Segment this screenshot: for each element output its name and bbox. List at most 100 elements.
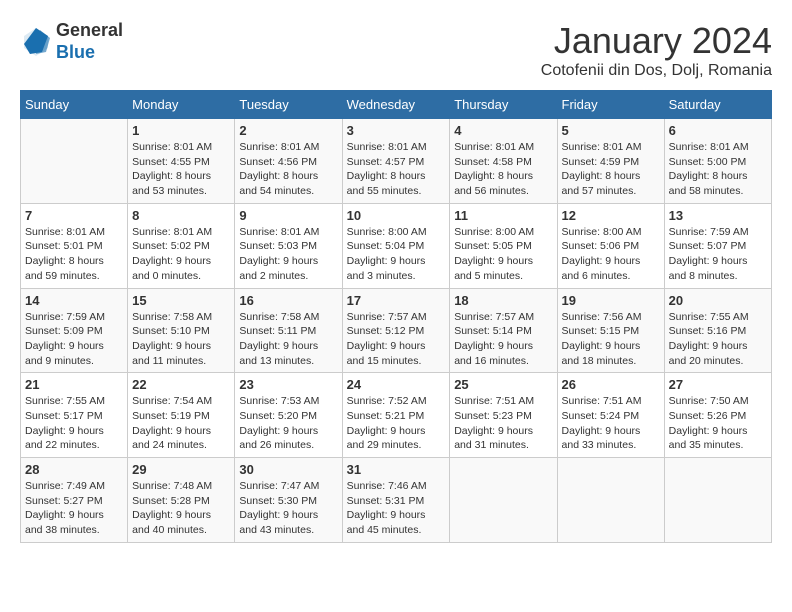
calendar-cell: 27 Sunrise: 7:50 AM Sunset: 5:26 PM Dayli… [664,373,771,458]
day-number: 15 [132,293,230,308]
day-number: 6 [669,123,767,138]
calendar-cell: 25 Sunrise: 7:51 AM Sunset: 5:23 PM Dayli… [450,373,557,458]
day-info: Sunrise: 7:46 AM Sunset: 5:31 PM Dayligh… [347,479,446,538]
calendar-cell: 2 Sunrise: 8:01 AM Sunset: 4:56 PM Daylig… [235,119,342,204]
day-info: Sunrise: 8:01 AM Sunset: 4:59 PM Dayligh… [562,140,660,199]
calendar-cell: 15 Sunrise: 7:58 AM Sunset: 5:10 PM Dayli… [128,288,235,373]
day-number: 27 [669,377,767,392]
day-number: 10 [347,208,446,223]
calendar-cell: 8Sunrise: 8:01 AM Sunset: 5:02 PM Daylig… [128,203,235,288]
title-block: January 2024 Cotofenii din Dos, Dolj, Ro… [541,20,772,80]
logo-blue: Blue [56,42,95,62]
weekday-header-monday: Monday [128,91,235,119]
logo: General Blue [20,20,123,63]
day-number: 17 [347,293,446,308]
day-number: 5 [562,123,660,138]
weekday-header-thursday: Thursday [450,91,557,119]
day-info: Sunrise: 7:54 AM Sunset: 5:19 PM Dayligh… [132,394,230,453]
logo-general: General [56,20,123,40]
day-info: Sunrise: 8:00 AM Sunset: 5:06 PM Dayligh… [562,225,660,284]
calendar-cell: 18 Sunrise: 7:57 AM Sunset: 5:14 PM Dayli… [450,288,557,373]
day-number: 23 [239,377,337,392]
day-number: 29 [132,462,230,477]
day-number: 12 [562,208,660,223]
day-number: 28 [25,462,123,477]
day-number: 7 [25,208,123,223]
day-info: Sunrise: 7:47 AM Sunset: 5:30 PM Dayligh… [239,479,337,538]
weekday-header-sunday: Sunday [21,91,128,119]
day-info: Sunrise: 8:01 AM Sunset: 5:00 PM Dayligh… [669,140,767,199]
weekday-header-row: SundayMondayTuesdayWednesdayThursdayFrid… [21,91,772,119]
day-number: 25 [454,377,552,392]
day-number: 11 [454,208,552,223]
calendar-cell [557,458,664,543]
weekday-header-saturday: Saturday [664,91,771,119]
calendar-cell: 1 Sunrise: 8:01 AM Sunset: 4:55 PM Daylig… [128,119,235,204]
calendar-cell [664,458,771,543]
day-number: 16 [239,293,337,308]
day-info: Sunrise: 7:57 AM Sunset: 5:12 PM Dayligh… [347,310,446,369]
day-info: Sunrise: 7:51 AM Sunset: 5:23 PM Dayligh… [454,394,552,453]
day-number: 22 [132,377,230,392]
day-info: Sunrise: 8:01 AM Sunset: 4:57 PM Dayligh… [347,140,446,199]
calendar-title: January 2024 [541,20,772,62]
day-info: Sunrise: 7:58 AM Sunset: 5:10 PM Dayligh… [132,310,230,369]
weekday-header-tuesday: Tuesday [235,91,342,119]
logo-text: General Blue [56,20,123,63]
calendar-cell: 16 Sunrise: 7:58 AM Sunset: 5:11 PM Dayli… [235,288,342,373]
calendar-week-1: 1 Sunrise: 8:01 AM Sunset: 4:55 PM Daylig… [21,119,772,204]
calendar-week-3: 14Sunrise: 7:59 AM Sunset: 5:09 PM Dayli… [21,288,772,373]
day-info: Sunrise: 7:49 AM Sunset: 5:27 PM Dayligh… [25,479,123,538]
day-info: Sunrise: 7:51 AM Sunset: 5:24 PM Dayligh… [562,394,660,453]
day-info: Sunrise: 7:56 AM Sunset: 5:15 PM Dayligh… [562,310,660,369]
calendar-cell: 29 Sunrise: 7:48 AM Sunset: 5:28 PM Dayli… [128,458,235,543]
day-number: 31 [347,462,446,477]
calendar-cell: 31 Sunrise: 7:46 AM Sunset: 5:31 PM Dayli… [342,458,450,543]
calendar-cell: 24 Sunrise: 7:52 AM Sunset: 5:21 PM Dayli… [342,373,450,458]
day-info: Sunrise: 7:55 AM Sunset: 5:16 PM Dayligh… [669,310,767,369]
day-number: 24 [347,377,446,392]
calendar-cell: 14Sunrise: 7:59 AM Sunset: 5:09 PM Dayli… [21,288,128,373]
calendar-cell: 7 Sunrise: 8:01 AM Sunset: 5:01 PM Daylig… [21,203,128,288]
day-info: Sunrise: 7:58 AM Sunset: 5:11 PM Dayligh… [239,310,337,369]
day-info: Sunrise: 7:57 AM Sunset: 5:14 PM Dayligh… [454,310,552,369]
day-number: 2 [239,123,337,138]
day-info: Sunrise: 7:50 AM Sunset: 5:26 PM Dayligh… [669,394,767,453]
calendar-cell [21,119,128,204]
page-header: General Blue January 2024 Cotofenii din … [20,20,772,80]
day-number: 18 [454,293,552,308]
calendar-cell: 6 Sunrise: 8:01 AM Sunset: 5:00 PM Daylig… [664,119,771,204]
calendar-cell: 17 Sunrise: 7:57 AM Sunset: 5:12 PM Dayli… [342,288,450,373]
calendar-cell: 22 Sunrise: 7:54 AM Sunset: 5:19 PM Dayli… [128,373,235,458]
calendar-week-4: 21Sunrise: 7:55 AM Sunset: 5:17 PM Dayli… [21,373,772,458]
calendar-cell: 21Sunrise: 7:55 AM Sunset: 5:17 PM Dayli… [21,373,128,458]
day-info: Sunrise: 8:00 AM Sunset: 5:05 PM Dayligh… [454,225,552,284]
day-info: Sunrise: 8:01 AM Sunset: 5:01 PM Dayligh… [25,225,123,284]
day-info: Sunrise: 7:52 AM Sunset: 5:21 PM Dayligh… [347,394,446,453]
day-number: 19 [562,293,660,308]
day-info: Sunrise: 7:48 AM Sunset: 5:28 PM Dayligh… [132,479,230,538]
calendar-subtitle: Cotofenii din Dos, Dolj, Romania [541,62,772,80]
calendar-cell: 3Sunrise: 8:01 AM Sunset: 4:57 PM Daylig… [342,119,450,204]
day-number: 14 [25,293,123,308]
calendar-cell: 20 Sunrise: 7:55 AM Sunset: 5:16 PM Dayli… [664,288,771,373]
calendar-cell: 5 Sunrise: 8:01 AM Sunset: 4:59 PM Daylig… [557,119,664,204]
logo-icon [20,26,52,58]
weekday-header-friday: Friday [557,91,664,119]
calendar-cell: 23Sunrise: 7:53 AM Sunset: 5:20 PM Dayli… [235,373,342,458]
calendar-cell: 4Sunrise: 8:01 AM Sunset: 4:58 PM Daylig… [450,119,557,204]
calendar-cell: 11 Sunrise: 8:00 AM Sunset: 5:05 PM Dayli… [450,203,557,288]
day-number: 1 [132,123,230,138]
calendar-week-2: 7 Sunrise: 8:01 AM Sunset: 5:01 PM Daylig… [21,203,772,288]
day-number: 9 [239,208,337,223]
day-info: Sunrise: 7:59 AM Sunset: 5:07 PM Dayligh… [669,225,767,284]
day-info: Sunrise: 7:55 AM Sunset: 5:17 PM Dayligh… [25,394,123,453]
calendar-cell: 13Sunrise: 7:59 AM Sunset: 5:07 PM Dayli… [664,203,771,288]
day-info: Sunrise: 8:00 AM Sunset: 5:04 PM Dayligh… [347,225,446,284]
day-number: 30 [239,462,337,477]
day-info: Sunrise: 8:01 AM Sunset: 5:02 PM Dayligh… [132,225,230,284]
calendar-cell: 19 Sunrise: 7:56 AM Sunset: 5:15 PM Dayli… [557,288,664,373]
day-info: Sunrise: 8:01 AM Sunset: 4:56 PM Dayligh… [239,140,337,199]
day-number: 20 [669,293,767,308]
day-info: Sunrise: 8:01 AM Sunset: 4:55 PM Dayligh… [132,140,230,199]
